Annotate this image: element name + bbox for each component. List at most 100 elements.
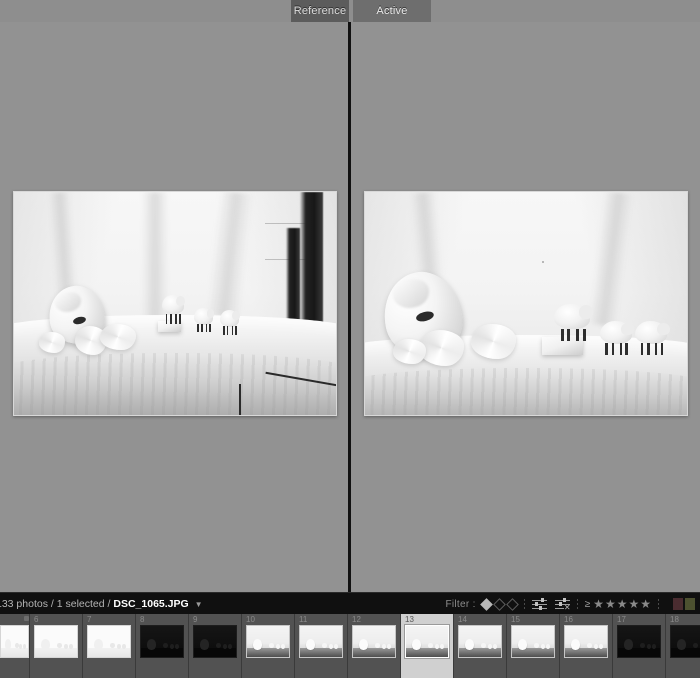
sliders-crossed-icon[interactable]: ✕ [554,598,571,611]
status-separator-2: / [107,597,111,610]
star-icon[interactable]: ★ [605,598,616,610]
thumbnail-image[interactable] [404,624,450,659]
thumbnail-scene [618,626,660,657]
filter-divider [523,598,525,610]
selection-count: 1 selected [56,597,105,610]
diamond-outline-icon[interactable] [492,597,506,611]
filmstrip-thumbnail-15[interactable]: 15 [507,614,560,678]
reference-photo[interactable] [13,192,336,415]
star-icon[interactable]: ★ [617,598,628,610]
filter-bar: Filter : ✕ ≥ ★ ★ ★ ★ ★ [445,593,698,615]
thumbnail-scene [35,626,77,657]
sheep-figurine [219,310,241,335]
reference-photo-frame[interactable] [12,191,337,416]
diamond-outline-icon[interactable] [505,597,519,611]
thumbnail-image[interactable] [458,625,502,658]
filmstrip[interactable]: 6 7 8 9 10 11 12 13 14 15 16 17 18 [0,614,700,678]
thumbnail-index: 12 [352,615,361,624]
star-icon[interactable]: ★ [628,598,639,610]
still-life-scene-closeup [364,192,687,415]
current-filename: DSC_1065.JPG [113,597,189,610]
color-label-green[interactable] [685,598,695,610]
filmstrip-thumbnail-14[interactable]: 14 [454,614,507,678]
sliders-icon[interactable] [531,598,547,611]
active-photo[interactable] [364,192,687,415]
filter-divider [658,598,659,610]
table-drape [13,352,336,415]
thumbnail-image[interactable] [193,625,237,658]
status-bar: 133 photos / 1 selected / DSC_1065.JPG ▼… [0,592,700,614]
crumpled-paper [100,323,136,351]
filmstrip-thumbnail-7[interactable]: 7 [83,614,136,678]
thumbnail-image[interactable] [511,625,555,658]
chevron-down-icon[interactable]: ▼ [195,600,203,609]
thumbnail-scene [671,626,700,657]
filmstrip-thumbnail-8[interactable]: 8 [136,614,189,678]
thumbnail-index: 16 [564,615,573,624]
diamond-filled-icon[interactable] [479,597,493,611]
photo-status-text[interactable]: 133 photos / 1 selected / DSC_1065.JPG ▼ [0,598,203,610]
filmstrip-thumbnail-18[interactable]: 18 [666,614,700,678]
thumbnail-image[interactable] [34,625,78,658]
sheep-figurine [634,321,670,355]
color-label-red[interactable] [673,598,683,610]
filmstrip-thumbnail-16[interactable]: 16 [560,614,613,678]
reference-pane[interactable] [0,22,349,592]
star-icon[interactable]: ★ [640,598,651,610]
tab-active-label: Active [376,5,408,17]
crumpled-paper [419,330,465,366]
star-icon[interactable]: ★ [593,598,604,610]
thumbnail-scene [88,626,130,657]
sheep-figurine [161,294,186,324]
thumbnail-image[interactable] [0,625,29,658]
filmstrip-thumbnail-13[interactable]: 13 [401,614,454,678]
active-pane[interactable] [351,22,700,592]
compare-panes [0,22,700,592]
thumbnail-image[interactable] [352,625,396,658]
thumbnail-scene [141,626,183,657]
rating-comparator[interactable]: ≥ [585,599,591,610]
thumbnail-index: 15 [511,615,520,624]
crumpled-paper [470,323,516,360]
filmstrip-thumbnail-17[interactable]: 17 [613,614,666,678]
rating-stars: ★ ★ ★ ★ ★ [593,598,651,610]
thumbnail-image[interactable] [617,625,661,658]
thumbnail-index: 13 [405,615,414,624]
thumbnail-scene [1,626,28,657]
thumbnail-index: 7 [87,615,92,624]
filmstrip-thumbnail-10[interactable]: 10 [242,614,295,678]
thumbnail-index: 18 [670,615,679,624]
thumbnail-index: 6 [34,615,39,624]
thumbnail-image[interactable] [670,625,700,658]
crumpled-paper [393,339,426,364]
thumbnail-index: 9 [193,615,198,624]
filmstrip-thumbnail-11[interactable]: 11 [295,614,348,678]
filmstrip-thumbnail-6[interactable]: 6 [30,614,83,678]
table-leg [238,383,241,415]
thumbnail-scene [353,626,395,657]
filter-divider [576,598,578,610]
sheep-figurine [193,307,215,333]
filmstrip-thumbnail-9[interactable]: 9 [189,614,242,678]
filmstrip-thumbnail-12[interactable]: 12 [348,614,401,678]
thumbnail-image[interactable] [140,625,184,658]
thumbnail-image[interactable] [87,625,131,658]
thumbnail-index: 11 [299,615,308,624]
filmstrip-thumbnail-partial[interactable] [0,614,30,678]
thumbnail-index: 17 [617,615,626,624]
table-drape [364,368,687,415]
thumbnail-scene [406,626,448,657]
filmstrip-scroll-indicator[interactable] [24,616,29,621]
tab-active[interactable]: Active [353,0,431,22]
crumpled-paper [39,332,65,353]
sheep-figurine [599,321,635,355]
photo-count: 133 photos [0,597,48,610]
thumbnail-scene [459,626,501,657]
active-photo-frame[interactable] [363,191,688,416]
view-tab-bar: Reference Active [0,0,700,22]
thumbnail-image[interactable] [246,625,290,658]
tab-reference[interactable]: Reference [291,0,349,22]
thumbnail-image[interactable] [299,625,343,658]
thumbnail-image[interactable] [564,625,608,658]
color-label-filters [673,598,695,610]
